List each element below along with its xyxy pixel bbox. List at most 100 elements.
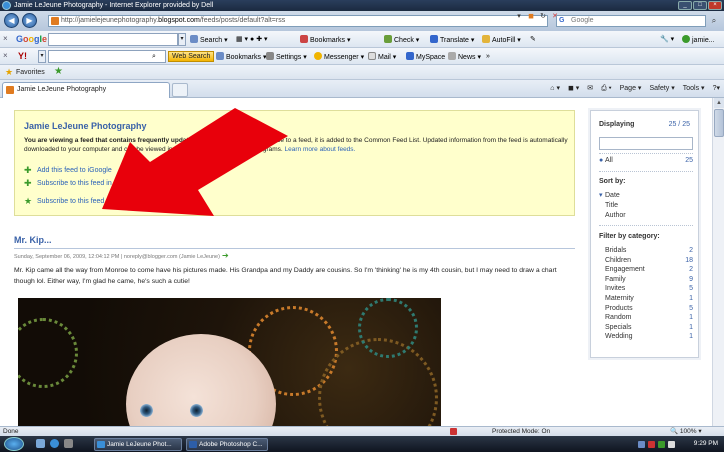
maximize-button[interactable]: □	[693, 1, 707, 10]
category-item[interactable]: Children 18	[605, 256, 693, 265]
zoom-level[interactable]: 🔍 100% ▾	[670, 427, 702, 436]
tab-jamie-lejeune[interactable]: Jamie LeJeune Photography	[2, 82, 170, 98]
vertical-scrollbar[interactable]: ▲	[712, 98, 724, 426]
google-settings-icon[interactable]: 🔧 ▾	[660, 35, 674, 44]
google-toolbar: × Google ▾ Search ▾ ▦ ▾ ● ✚ ▾ Bookmarks …	[0, 31, 724, 48]
address-dropdown-icon[interactable]: ▾	[514, 12, 524, 21]
search-icon[interactable]: ⌕	[708, 15, 720, 27]
task-photoshop[interactable]: Adobe Photoshop C...	[186, 438, 268, 451]
help-icon[interactable]: ?▾	[713, 83, 720, 94]
google-autofill-button[interactable]: AutoFill ▾	[482, 35, 521, 45]
rss-icon[interactable]: ◼	[526, 12, 536, 21]
web-search-button[interactable]: Web Search	[168, 51, 215, 62]
search-icon	[190, 35, 198, 43]
google-translate-button[interactable]: Translate ▾	[430, 35, 474, 45]
window-title: Jamie LeJeune Photography - Internet Exp…	[14, 2, 214, 9]
address-buttons: ▾ ◼ ↻ ✕	[514, 12, 560, 21]
category-item[interactable]: Products 5	[605, 304, 693, 313]
google-search-input[interactable]	[48, 33, 178, 46]
category-item[interactable]: Family 9	[605, 275, 693, 284]
learn-more-link[interactable]: Learn more about feeds.	[285, 146, 356, 153]
category-item[interactable]: Maternity 1	[605, 294, 693, 303]
scroll-up-icon[interactable]: ▲	[714, 98, 724, 108]
sort-title[interactable]: Title	[605, 201, 693, 210]
sort-arrow-icon: ▾	[599, 192, 603, 199]
category-item[interactable]: Specials 1	[605, 323, 693, 332]
post-title[interactable]: Mr. Kip...	[14, 235, 52, 245]
bookmark-icon	[216, 52, 224, 60]
yahoo-search-icon[interactable]: ⌕	[152, 52, 156, 61]
new-tab-button[interactable]	[172, 83, 188, 97]
ie-quicklaunch-icon[interactable]	[50, 439, 59, 448]
search-box[interactable]: G Google	[556, 15, 706, 27]
url-suffix: /feeds/posts/default?alt=rss	[199, 17, 286, 24]
sort-author[interactable]: Author	[605, 211, 693, 220]
post-divider	[14, 248, 575, 249]
feeds-icon[interactable]: ◼ ▾	[568, 83, 579, 94]
tray-icon[interactable]	[638, 441, 645, 448]
yahoo-messenger-button[interactable]: Messenger ▾	[314, 52, 364, 62]
protected-mode-status[interactable]: Protected Mode: On	[492, 427, 550, 436]
print-icon[interactable]: ⎙ ▾	[601, 83, 612, 94]
category-item[interactable]: Wedding 1	[605, 332, 693, 341]
yahoo-bookmarks-button[interactable]: Bookmarks ▾	[216, 52, 266, 62]
tray-icon[interactable]	[648, 441, 655, 448]
google-user-button[interactable]: jamie...	[682, 35, 715, 45]
sidebar-search-input[interactable]	[599, 137, 693, 150]
filter-all[interactable]: ● All 25	[599, 156, 693, 165]
subscribe-google-link[interactable]: ✚ Subscribe to this feed in Google	[24, 179, 136, 188]
safety-menu[interactable]: Safety ▾	[649, 83, 674, 94]
highlight-icon[interactable]: ✎	[530, 35, 536, 44]
back-button[interactable]: ◀	[4, 13, 19, 28]
refresh-icon[interactable]: ↻	[538, 12, 548, 21]
category-item[interactable]: Engagement 2	[605, 265, 693, 274]
switch-windows-icon[interactable]	[64, 439, 73, 448]
google-check-button[interactable]: Check ▾	[384, 35, 419, 45]
go-arrow-icon[interactable]: ➔	[222, 251, 229, 260]
sort-date[interactable]: ▾ Date	[599, 191, 693, 200]
favorites-star-icon[interactable]: ★	[5, 68, 13, 77]
yahoo-news-button[interactable]: News ▾	[448, 52, 481, 62]
google-bookmarks-button[interactable]: Bookmarks ▾	[300, 35, 350, 45]
category-item[interactable]: Random 1	[605, 313, 693, 322]
home-icon[interactable]: ⌂ ▾	[550, 83, 560, 94]
show-desktop-icon[interactable]	[36, 439, 45, 448]
yahoo-search-input[interactable]	[48, 50, 166, 63]
forward-button[interactable]: ▶	[22, 13, 37, 28]
category-item[interactable]: Bridals 2	[605, 246, 693, 255]
network-icon[interactable]	[658, 441, 665, 448]
yahoo-mail-button[interactable]: Mail ▾	[368, 52, 396, 62]
favorites-button[interactable]: Favorites	[16, 69, 45, 77]
close-toolbar-icon[interactable]: ×	[3, 51, 8, 60]
minimize-button[interactable]: _	[678, 1, 692, 10]
yahoo-logo: Y!	[18, 51, 27, 61]
url-prefix: http://jamielejeunephotography.	[61, 17, 159, 24]
google-dropdown-icon[interactable]: ▾	[178, 33, 186, 46]
yahoo-dropdown-icon[interactable]: ▾	[38, 50, 46, 63]
add-favorite-icon[interactable]: ★	[54, 67, 63, 77]
start-button[interactable]	[4, 437, 24, 451]
feed-message: You are viewing a feed that contains fre…	[24, 137, 568, 153]
news-icon	[448, 52, 456, 60]
yahoo-myspace-button[interactable]: MySpace	[406, 52, 445, 62]
category-name: Engagement	[605, 266, 645, 274]
toolbar-overflow-icon[interactable]: »	[486, 52, 490, 61]
clock[interactable]: 9:29 PM	[694, 438, 718, 450]
close-button[interactable]: ×	[708, 1, 722, 10]
add-to-igoogle-link[interactable]: ✚ Add this feed to iGoogle	[24, 166, 112, 175]
google-search-button[interactable]: Search ▾	[190, 35, 228, 45]
address-bar[interactable]: http://jamielejeunephotography.blogspot.…	[48, 15, 548, 27]
tools-menu[interactable]: Tools ▾	[683, 83, 705, 94]
user-status-icon	[682, 35, 690, 43]
volume-icon[interactable]	[668, 441, 675, 448]
scroll-thumb[interactable]	[714, 109, 724, 137]
window-controls: _ □ ×	[678, 1, 722, 10]
category-item[interactable]: Invites 5	[605, 284, 693, 293]
page-menu[interactable]: Page ▾	[620, 83, 642, 94]
google-tools-icons[interactable]: ▦ ▾ ● ✚ ▾	[236, 35, 268, 44]
close-toolbar-icon[interactable]: ×	[3, 34, 8, 43]
subscribe-feed-link[interactable]: ★ Subscribe to this feed	[24, 197, 104, 206]
yahoo-settings-button[interactable]: Settings ▾	[266, 52, 307, 62]
task-ie[interactable]: Jamie LeJeune Phot...	[94, 438, 182, 451]
mail-icon[interactable]: ✉	[587, 83, 593, 94]
